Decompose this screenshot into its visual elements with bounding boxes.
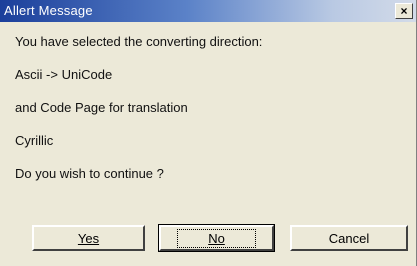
message-line-codepage: and Code Page for translation bbox=[15, 100, 188, 115]
message-line-cyrillic: Cyrillic bbox=[15, 133, 54, 148]
no-button-focus: No bbox=[177, 228, 256, 248]
message-line-question: Do you wish to continue ? bbox=[15, 166, 164, 181]
no-button-label: No bbox=[208, 230, 225, 246]
alert-dialog: Allert Message × You have selected the c… bbox=[0, 0, 417, 266]
no-button[interactable]: No bbox=[158, 224, 275, 252]
cancel-button-label: Cancel bbox=[328, 230, 370, 246]
window-title: Allert Message bbox=[4, 3, 93, 18]
yes-button-label: Yes bbox=[77, 230, 100, 246]
message-line-direction: You have selected the converting directi… bbox=[15, 34, 263, 49]
title-bar[interactable]: Allert Message × bbox=[0, 0, 416, 22]
cancel-button[interactable]: Cancel bbox=[290, 225, 408, 251]
close-icon: × bbox=[400, 4, 408, 18]
close-button[interactable]: × bbox=[395, 3, 413, 19]
message-line-conversion: Ascii -> UniCode bbox=[15, 67, 113, 82]
yes-button[interactable]: Yes bbox=[32, 225, 145, 251]
